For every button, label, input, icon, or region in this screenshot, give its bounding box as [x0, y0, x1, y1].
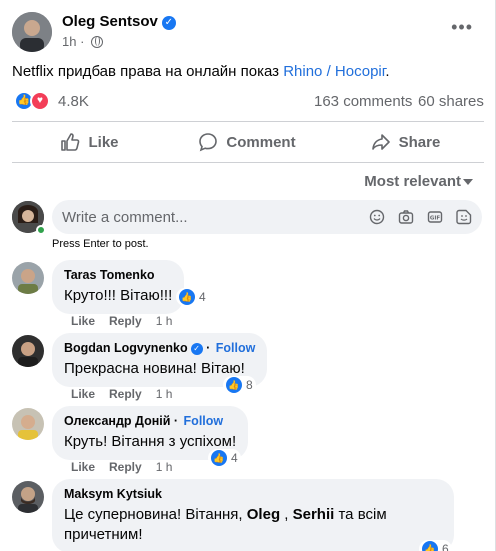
share-icon	[371, 134, 390, 150]
like-reaction-icon: 👍	[179, 289, 195, 305]
reaction-count[interactable]: 4.8K	[58, 93, 89, 110]
commenter-avatar[interactable]	[12, 262, 44, 294]
like-button[interactable]: Like	[12, 122, 167, 162]
post-text: Netflix придбав права на онлайн показ Rh…	[12, 63, 390, 80]
chevron-down-icon[interactable]	[463, 179, 473, 185]
post-card: Oleg Sentsov ✓ 1h · ••• Netflix придбав п…	[0, 0, 496, 551]
comments-count[interactable]: 163 comments	[314, 93, 412, 110]
follow-button[interactable]: Follow	[216, 341, 256, 355]
commenter-avatar[interactable]	[12, 408, 44, 440]
comment-composer[interactable]: GIF	[52, 200, 482, 234]
divider	[12, 162, 484, 163]
camera-icon[interactable]	[398, 209, 414, 225]
commenter-avatar[interactable]	[12, 335, 44, 367]
online-status-dot	[36, 225, 46, 235]
commenter-name[interactable]: Bogdan Logvynenko	[64, 341, 188, 355]
comment-text: Це суперновина! Вітання, Oleg , Serhii т…	[64, 506, 387, 543]
more-icon[interactable]: •••	[451, 18, 473, 36]
comment-icon	[199, 133, 218, 152]
comment-reactions[interactable]: 👍 6	[419, 540, 452, 551]
comment-like-link[interactable]: Like	[71, 314, 95, 328]
commenter-name[interactable]: Maksym Kytsiuk	[64, 487, 442, 501]
comment-actions: Like Reply 1 h	[71, 460, 172, 474]
comment-like-link[interactable]: Like	[71, 460, 95, 474]
comment-bubble: Maksym Kytsiuk Це суперновина! Вітання, …	[52, 479, 454, 551]
commenter-avatar[interactable]	[12, 481, 44, 513]
author-name[interactable]: Oleg Sentsov ✓	[62, 13, 176, 30]
comment-reply-link[interactable]: Reply	[109, 314, 142, 328]
comment-bubble: Taras Tomenko Круто!!! Вітаю!!!	[52, 260, 185, 314]
love-reaction-icon: ♥	[30, 91, 50, 111]
post-meta: 1h ·	[62, 34, 104, 49]
share-button[interactable]: Share	[327, 122, 484, 162]
comment-time[interactable]: 1 h	[156, 460, 173, 474]
comment-input[interactable]	[62, 200, 362, 234]
post-time[interactable]: 1h	[62, 34, 76, 49]
comment-text: Круто!!! Вітаю!!!	[64, 287, 173, 304]
comment-like-link[interactable]: Like	[71, 387, 95, 401]
globe-icon	[91, 36, 104, 48]
like-reaction-icon: 👍	[226, 377, 242, 393]
mention-link[interactable]: Oleg	[247, 506, 280, 523]
comment-text: Круть! Вітання з успіхом!	[64, 433, 237, 450]
like-reaction-icon: 👍	[211, 450, 227, 466]
verified-icon: ✓	[190, 343, 203, 355]
follow-button[interactable]: Follow	[184, 414, 224, 428]
comment-reactions[interactable]: 👍 4	[208, 449, 241, 467]
emoji-icon[interactable]	[369, 209, 385, 225]
comment-button[interactable]: Comment	[167, 122, 327, 162]
like-reaction-icon: 👍	[422, 541, 438, 551]
commenter-name[interactable]: Олександр Доній	[64, 414, 170, 428]
comment-text: Прекрасна новина! Вітаю!	[64, 360, 245, 377]
shares-count[interactable]: 60 shares	[418, 93, 484, 110]
comment-reactions[interactable]: 👍 4	[176, 288, 209, 306]
svg-text:GIF: GIF	[430, 216, 441, 222]
mention-link[interactable]: Serhii	[293, 506, 335, 523]
comment-time[interactable]: 1 h	[156, 314, 173, 328]
composer-hint: Press Enter to post.	[52, 238, 149, 250]
verified-icon: ✓	[161, 16, 176, 30]
sort-dropdown[interactable]: Most relevant	[364, 173, 461, 190]
gif-icon[interactable]: GIF	[427, 209, 443, 225]
sticker-icon[interactable]	[456, 209, 472, 225]
comment-actions: Like Reply 1 h	[71, 314, 172, 328]
comment-reply-link[interactable]: Reply	[109, 460, 142, 474]
post-link[interactable]: Rhino / Носоріг	[283, 63, 385, 80]
comment-reply-link[interactable]: Reply	[109, 387, 142, 401]
author-avatar[interactable]	[12, 12, 52, 52]
comment-actions: Like Reply 1 h	[71, 387, 172, 401]
comment-reactions[interactable]: 👍 8	[223, 376, 256, 394]
commenter-name[interactable]: Taras Tomenko	[64, 268, 172, 282]
comment-time[interactable]: 1 h	[156, 387, 173, 401]
like-icon	[61, 133, 80, 151]
composer-tools: GIF	[369, 209, 472, 225]
reaction-icons[interactable]: 👍 ♥	[14, 91, 54, 111]
